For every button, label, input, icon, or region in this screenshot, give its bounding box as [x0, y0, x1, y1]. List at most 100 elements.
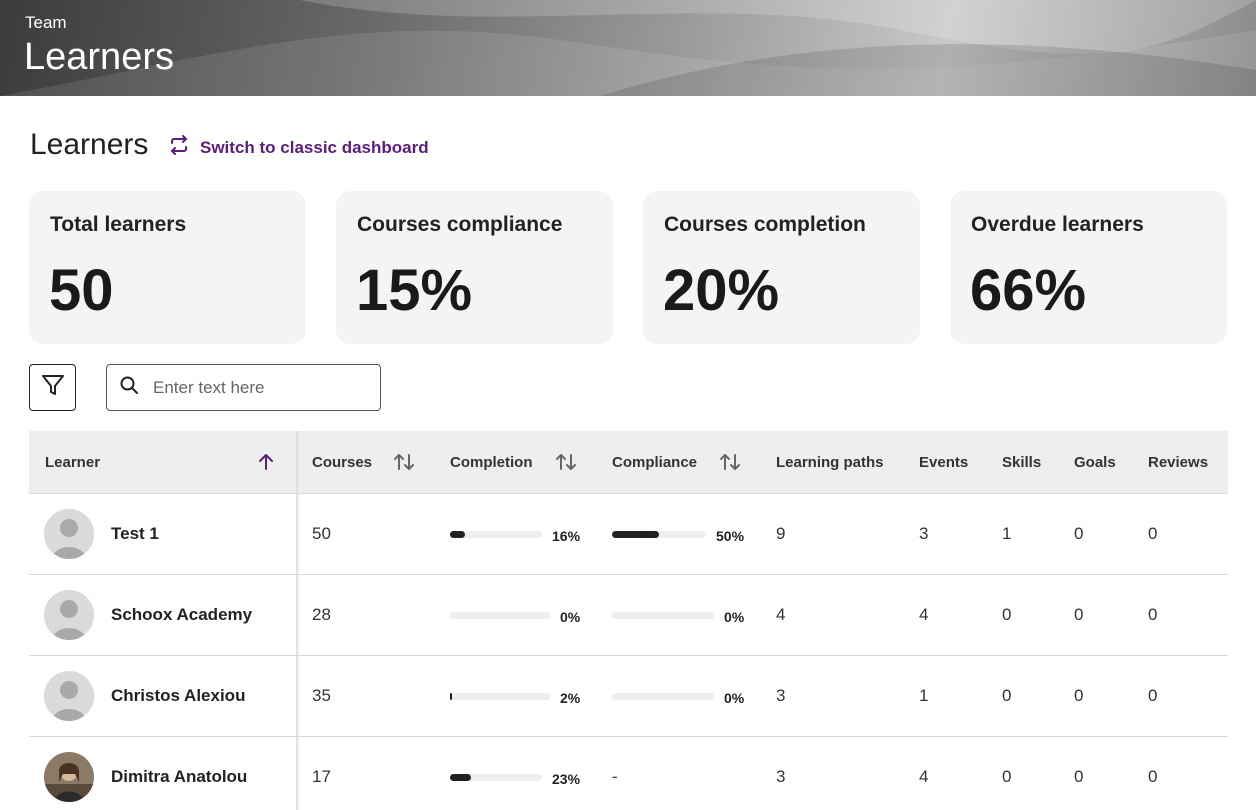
compliance-percent: 0% [724, 609, 745, 625]
compliance-percent: 50% [716, 528, 745, 544]
reviews-count: 0 [1148, 767, 1158, 786]
banner-title: Learners [24, 36, 174, 78]
stat-label: Total learners [50, 213, 187, 236]
table-header: Learner Courses Completion Compliance Le… [29, 431, 1228, 494]
courses-count: 50 [312, 524, 331, 543]
events-count: 3 [919, 524, 929, 543]
learner-name-link[interactable]: Schoox Academy [111, 575, 252, 655]
learning-paths-count: 3 [776, 686, 786, 705]
completion-bar-track [450, 611, 550, 619]
swap-arrows-icon [168, 134, 190, 161]
avatar [44, 590, 94, 640]
table-row[interactable]: Test 1 50 16% 50% 9 3 1 0 0 [29, 494, 1228, 575]
filter-funnel-icon [40, 372, 66, 403]
sort-arrows-icon[interactable] [393, 452, 415, 477]
banner-wave-graphic [0, 0, 1256, 96]
stat-value: 15% [356, 258, 473, 323]
reviews-count: 0 [1148, 605, 1158, 624]
completion-progress: 23% [450, 737, 580, 810]
skills-count: 0 [1002, 767, 1012, 786]
compliance-progress: 0% [612, 575, 744, 655]
courses-count: 17 [312, 767, 331, 786]
column-header-events: Events [919, 453, 969, 471]
sticky-column-divider [296, 431, 300, 810]
compliance-empty: - [612, 767, 618, 786]
stat-label: Courses compliance [357, 213, 563, 236]
column-header-skills: Skills [1002, 453, 1042, 471]
completion-percent: 16% [552, 528, 581, 544]
stat-value: 66% [970, 258, 1087, 323]
column-header-learning-paths: Learning paths [776, 453, 884, 471]
column-header-goals: Goals [1074, 453, 1116, 471]
switch-to-classic-dashboard-link[interactable]: Switch to classic dashboard [168, 134, 429, 161]
events-count: 1 [919, 686, 929, 705]
completion-bar-track [450, 773, 542, 781]
completion-bar-fill [450, 773, 472, 781]
completion-progress: 2% [450, 656, 580, 736]
sort-arrows-icon[interactable] [555, 452, 577, 477]
column-header-reviews: Reviews [1148, 453, 1209, 471]
learner-name-link[interactable]: Test 1 [111, 494, 159, 574]
filter-button[interactable] [29, 364, 76, 411]
stat-value: 50 [49, 258, 114, 323]
table-row[interactable]: Dimitra Anatolou 17 23% - 3 4 0 0 0 [29, 737, 1228, 810]
completion-bar-fill [450, 530, 465, 538]
compliance-bar-track [612, 530, 706, 538]
page-banner: Team Learners [0, 0, 1256, 96]
completion-percent: 0% [560, 609, 581, 625]
stat-label: Overdue learners [971, 213, 1144, 236]
compliance-bar-track [612, 611, 714, 619]
stat-card-courses-completion: Courses completion 20% [643, 191, 920, 344]
column-header-compliance[interactable]: Compliance [612, 431, 697, 493]
skills-count: 0 [1002, 686, 1012, 705]
stat-label: Courses completion [664, 213, 866, 236]
learner-name-link[interactable]: Dimitra Anatolou [111, 737, 247, 810]
goals-count: 0 [1074, 767, 1084, 786]
page-title: Learners [30, 128, 149, 161]
avatar [44, 509, 94, 559]
reviews-count: 0 [1148, 524, 1158, 543]
events-count: 4 [919, 767, 929, 786]
sort-arrows-icon[interactable] [719, 452, 741, 477]
stat-card-courses-compliance: Courses compliance 15% [336, 191, 613, 344]
goals-count: 0 [1074, 605, 1084, 624]
compliance-percent: 0% [724, 690, 745, 706]
completion-progress: 0% [450, 575, 580, 655]
compliance-bar-fill [612, 530, 659, 538]
column-header-courses[interactable]: Courses [312, 431, 372, 493]
completion-bar-track [450, 530, 542, 538]
courses-count: 28 [312, 605, 331, 624]
search-input[interactable] [153, 377, 353, 398]
events-count: 4 [919, 605, 929, 624]
column-header-completion[interactable]: Completion [450, 431, 533, 493]
completion-progress: 16% [450, 494, 580, 574]
completion-percent: 23% [552, 771, 581, 787]
completion-bar-track [450, 692, 550, 700]
column-header-learner[interactable]: Learner [45, 431, 100, 493]
stat-card-total-learners: Total learners 50 [29, 191, 306, 344]
learner-name-link[interactable]: Christos Alexiou [111, 656, 245, 736]
search-icon [119, 375, 139, 400]
reviews-count: 0 [1148, 686, 1158, 705]
completion-bar-fill [450, 692, 452, 700]
learning-paths-count: 9 [776, 524, 786, 543]
goals-count: 0 [1074, 686, 1084, 705]
banner-eyebrow: Team [25, 13, 67, 32]
compliance-bar-track [612, 692, 714, 700]
goals-count: 0 [1074, 524, 1084, 543]
switch-link-label: Switch to classic dashboard [200, 137, 429, 157]
learning-paths-count: 4 [776, 605, 786, 624]
compliance-progress: 50% [612, 494, 744, 574]
learning-paths-count: 3 [776, 767, 786, 786]
learners-table: Learner Courses Completion Compliance Le… [29, 431, 1228, 810]
avatar [44, 752, 94, 802]
search-box [106, 364, 381, 411]
stat-card-overdue-learners: Overdue learners 66% [950, 191, 1227, 344]
arrow-up-icon[interactable] [257, 452, 275, 477]
skills-count: 1 [1002, 524, 1012, 543]
avatar [44, 671, 94, 721]
table-row[interactable]: Christos Alexiou 35 2% 0% 3 1 0 0 0 [29, 656, 1228, 737]
table-row[interactable]: Schoox Academy 28 0% 0% 4 4 0 0 0 [29, 575, 1228, 656]
compliance-progress: 0% [612, 656, 744, 736]
courses-count: 35 [312, 686, 331, 705]
